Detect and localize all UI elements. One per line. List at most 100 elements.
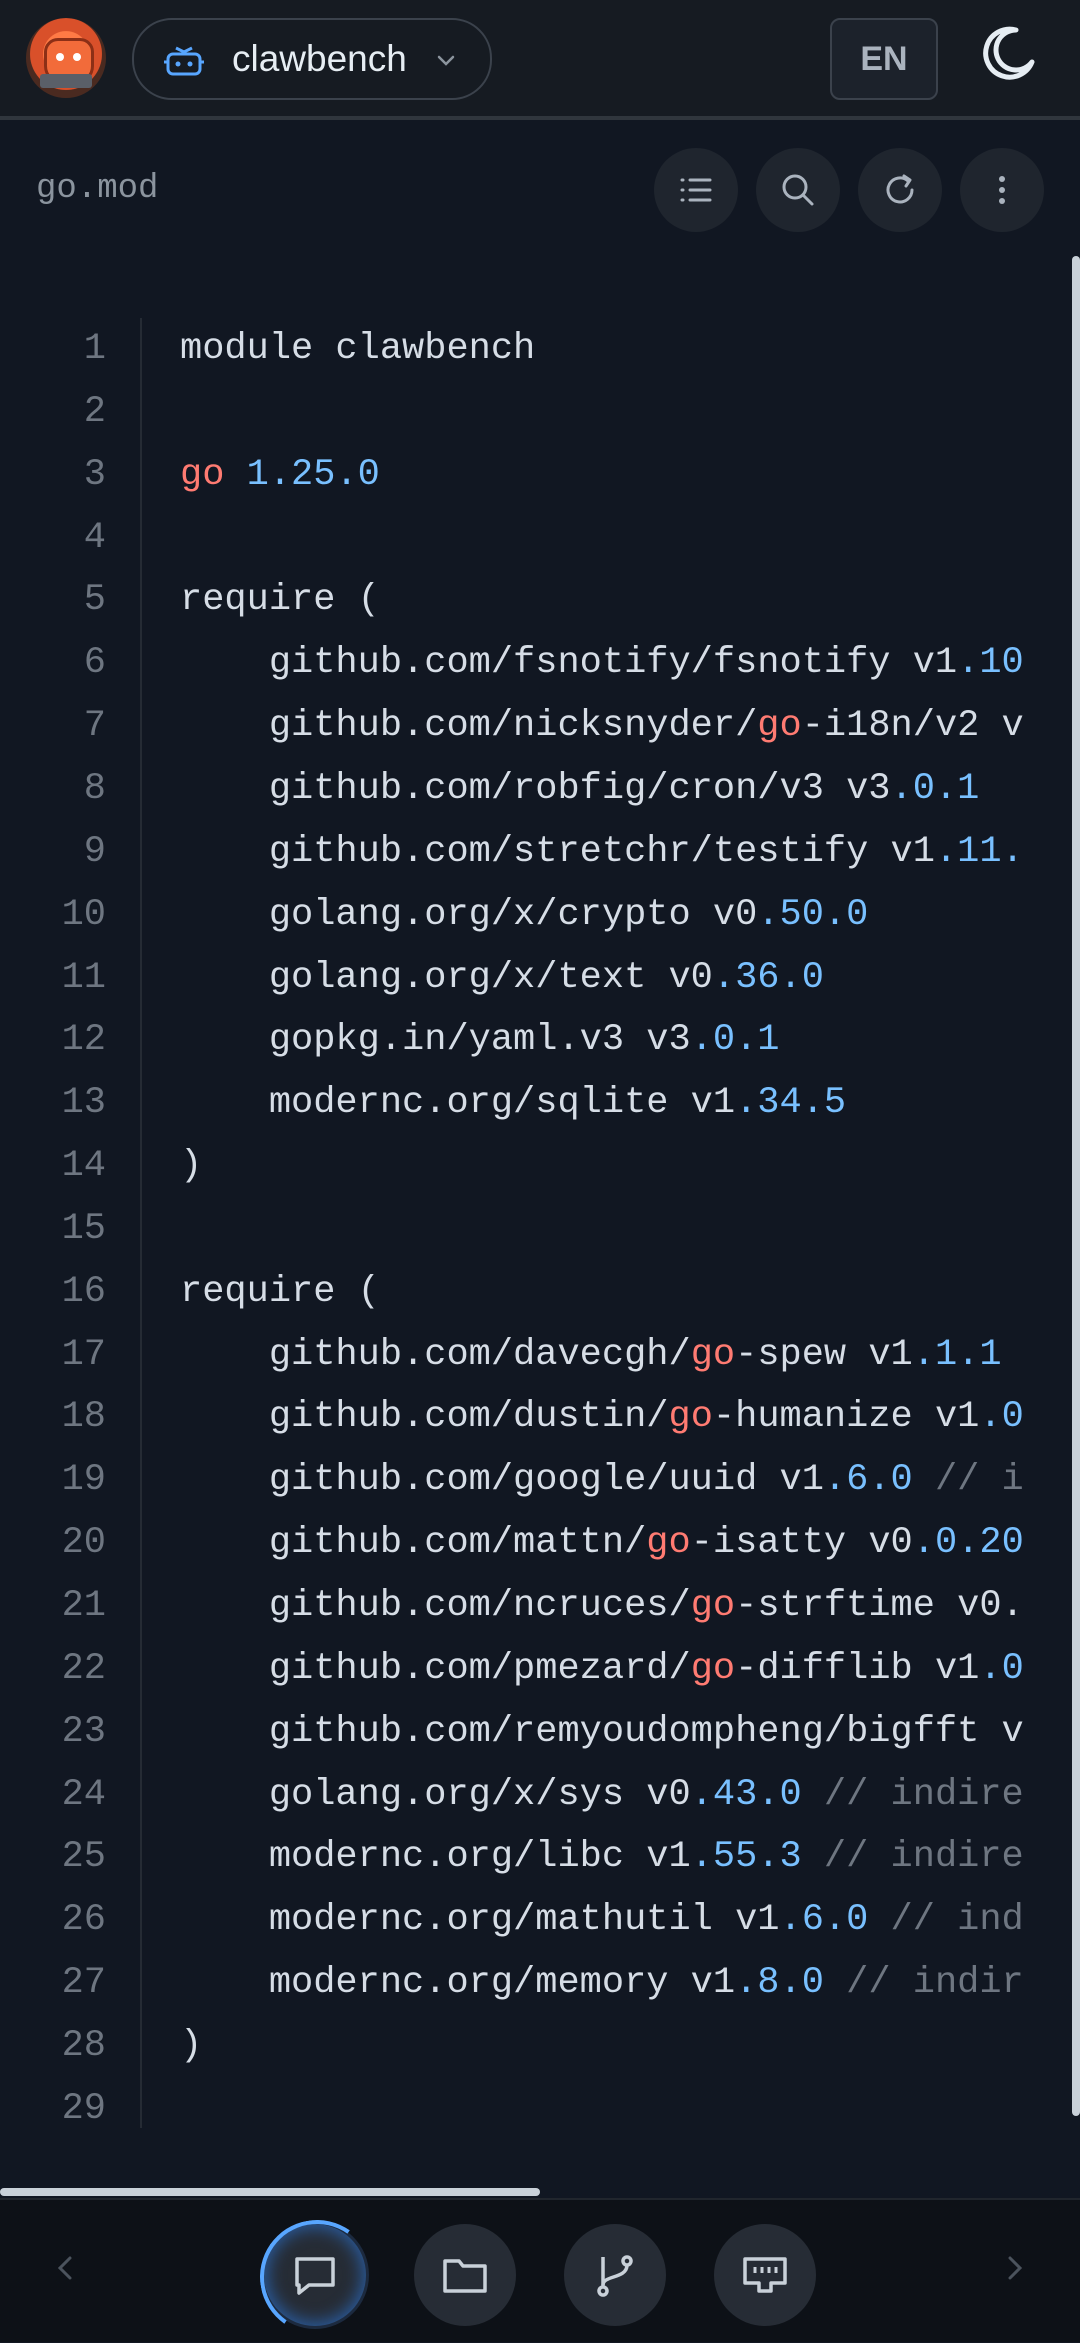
code-text: github.com/pmezard/go-difflib v1.0	[180, 1638, 1024, 1700]
code-line: 22 github.com/pmezard/go-difflib v1.0	[0, 1638, 1072, 1700]
line-number: 12	[61, 1019, 106, 1062]
file-name: go.mod	[36, 170, 159, 208]
line-number: 5	[83, 579, 106, 622]
code-token: go	[180, 453, 225, 496]
line-number: 13	[61, 1082, 106, 1125]
code-line: 21 github.com/ncruces/go-strftime v0.	[0, 1575, 1072, 1637]
code-token: .43.0	[690, 1773, 802, 1816]
line-number: 19	[61, 1459, 106, 1502]
terminal-icon	[743, 2257, 787, 2293]
code-text: github.com/ncruces/go-strftime v0.	[180, 1575, 1024, 1637]
line-number: 22	[61, 1647, 106, 1690]
code-token: github.com/robfig/cron/v3 v3	[180, 767, 891, 810]
code-text: modernc.org/sqlite v1.34.5	[180, 1072, 846, 1134]
line-number: 10	[61, 893, 106, 936]
folder-icon	[443, 2259, 487, 2293]
code-token: .0	[979, 1647, 1024, 1690]
code-token: github.com/mattn/	[180, 1522, 647, 1565]
code-token: github.com/dustin/	[180, 1396, 669, 1439]
language-button[interactable]: EN	[830, 18, 938, 100]
code-token: )	[180, 2024, 203, 2067]
chat-nav-button[interactable]	[264, 2224, 366, 2326]
refresh-button[interactable]	[858, 148, 942, 232]
outline-button[interactable]	[654, 148, 738, 232]
chevron-left-icon[interactable]	[46, 2248, 86, 2288]
code-token: golang.org/x/crypto v0	[180, 893, 758, 936]
code-token: go	[690, 1585, 736, 1627]
line-number: 6	[83, 642, 106, 685]
line-number: 4	[83, 516, 106, 559]
line-number: 29	[61, 2087, 106, 2130]
code-text: github.com/nicksnyder/go-i18n/v2 v	[180, 695, 1024, 757]
line-number: 3	[83, 453, 106, 496]
line-number: 8	[83, 767, 106, 810]
line-number: 27	[61, 1962, 106, 2005]
code-text: github.com/davecgh/go-spew v1.1.1	[180, 1324, 1002, 1386]
code-text: golang.org/x/text v0.36.0	[180, 947, 824, 1009]
code-line: 24 golang.org/x/sys v0.43.0 // indire	[0, 1764, 1072, 1826]
code-text: module clawbench	[180, 318, 535, 380]
code-token: github.com/davecgh/	[180, 1333, 691, 1376]
project-name: clawbench	[232, 38, 407, 79]
horizontal-scrollbar[interactable]	[0, 2188, 1080, 2198]
code-text: require (	[180, 569, 380, 631]
code-token: github.com/ncruces/	[180, 1585, 691, 1627]
code-token: github.com/pmezard/	[180, 1647, 691, 1690]
code-text: github.com/mattn/go-isatty v0.0.20	[180, 1512, 1024, 1574]
code-text: github.com/remyoudompheng/bigfft v	[180, 1701, 1024, 1763]
code-line: 9 github.com/stretchr/testify v1.11.	[0, 821, 1072, 883]
code-line: 25 modernc.org/libc v1.55.3 // indire	[0, 1826, 1072, 1888]
terminal-nav-button[interactable]	[714, 2224, 816, 2326]
code-token: go	[690, 1647, 736, 1690]
chevron-right-icon[interactable]	[994, 2248, 1034, 2288]
code-token: module clawbench	[180, 328, 536, 370]
line-number: 23	[61, 1710, 106, 1753]
code-text: github.com/robfig/cron/v3 v3.0.1	[180, 758, 980, 820]
code-token: github.com/fsnotify/fsnotify v1	[180, 642, 958, 685]
code-token: modernc.org/mathutil v1	[180, 1899, 780, 1942]
code-line: 11 golang.org/x/text v0.36.0	[0, 947, 1072, 1009]
code-line: 23 github.com/remyoudompheng/bigfft v	[0, 1701, 1072, 1763]
code-token: .10	[957, 642, 1024, 685]
code-line: 7 github.com/nicksnyder/go-i18n/v2 v	[0, 695, 1072, 757]
crab-mascot-avatar[interactable]	[26, 18, 106, 98]
code-editor[interactable]: 1 module clawbench 2 3 go 1.25.0 4 5 require (6…	[0, 256, 1072, 2166]
search-button[interactable]	[756, 148, 840, 232]
vertical-scrollbar[interactable]	[1072, 256, 1080, 2166]
line-number: 18	[61, 1396, 106, 1439]
code-line: 12 gopkg.in/yaml.v3 v3.0.1	[0, 1009, 1072, 1071]
files-nav-button[interactable]	[414, 2224, 516, 2326]
code-token: modernc.org/libc v1	[180, 1836, 691, 1879]
code-line: 16 require (	[0, 1261, 1072, 1323]
line-number: 16	[61, 1270, 106, 1313]
code-token: github.com/remyoudompheng/bigfft v	[180, 1710, 1024, 1753]
code-token: .50.0	[757, 893, 869, 936]
code-line: 26 modernc.org/mathutil v1.6.0 // ind	[0, 1889, 1072, 1951]
code-line: 13 modernc.org/sqlite v1.34.5	[0, 1072, 1072, 1134]
project-selector[interactable]: clawbench	[132, 18, 492, 100]
code-line: 15	[0, 1198, 1072, 1260]
code-token: -difflib v1	[735, 1647, 980, 1690]
line-number: 26	[61, 1899, 106, 1942]
more-options-button[interactable]	[960, 148, 1044, 232]
chevron-down-icon	[437, 55, 455, 66]
top-bar: clawbench EN	[0, 0, 1080, 120]
git-nav-button[interactable]	[564, 2224, 666, 2326]
code-text: github.com/dustin/go-humanize v1.0	[180, 1386, 1024, 1448]
code-text: )	[180, 1135, 202, 1197]
code-token: github.com/nicksnyder/	[180, 705, 758, 748]
code-token: go	[668, 1396, 713, 1439]
line-number: 17	[61, 1333, 106, 1376]
line-number: 14	[61, 1145, 106, 1188]
search-icon	[782, 174, 814, 206]
code-token: golang.org/x/text v0	[180, 956, 713, 999]
code-token: -humanize v1	[712, 1396, 980, 1439]
code-line: 29	[0, 2078, 1072, 2140]
moon-icon[interactable]	[976, 22, 1040, 86]
code-token: // indire	[801, 1836, 1024, 1879]
line-number: 21	[61, 1585, 106, 1627]
line-number: 9	[83, 830, 106, 873]
code-token: go	[690, 1333, 736, 1376]
bottom-navigation	[0, 2198, 1080, 2342]
code-token: -strftime v0.	[735, 1585, 1024, 1627]
